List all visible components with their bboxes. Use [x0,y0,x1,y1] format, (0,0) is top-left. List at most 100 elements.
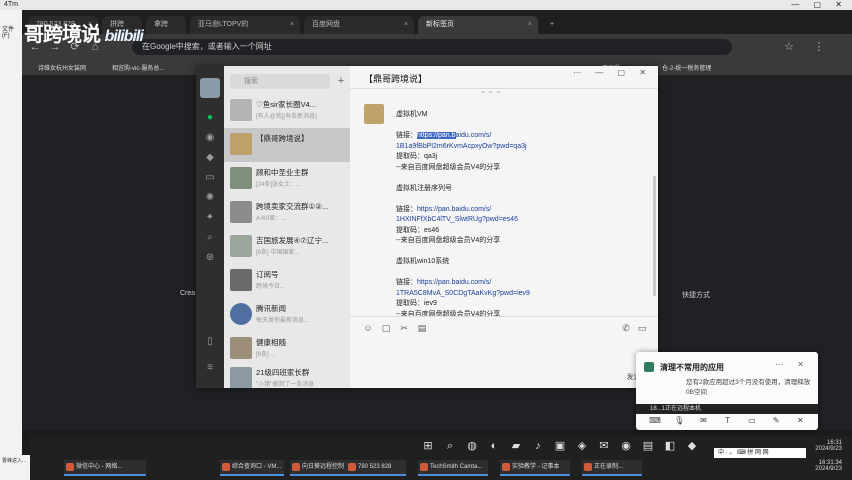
screenshot-icon[interactable]: ✂ [398,322,410,334]
phone-icon[interactable]: ✆ [620,322,632,334]
message-link-path[interactable]: 1HXINFfXbC4lTV_SlwtRUg?pwd=es46 [396,215,646,226]
ime-toolbar[interactable]: 中 · 。 ⌨ 拼 网 网 [714,448,806,458]
scrollbar[interactable] [653,176,656,296]
bookmark-4[interactable]: 仓-2-统一税务管理 [662,63,711,72]
chat-history-icon[interactable]: ▤ [416,322,428,334]
taskbar-app[interactable]: 780 523 828 [346,460,406,476]
app-icon[interactable]: ◉ [618,438,634,454]
search-input[interactable]: 搜索 [230,74,330,89]
moments-icon[interactable]: ✺ [204,192,216,204]
taskbar-app[interactable]: 实验教学 - 记事本 [500,460,570,476]
microphone-icon[interactable]: 🎙 [668,416,690,425]
list-item[interactable]: 顾和中圣业主群 [24条]张女士：... [224,162,350,196]
avatar[interactable] [200,78,220,98]
input-divider [350,316,658,317]
phone-icon[interactable]: ▯ [204,336,216,348]
store-icon[interactable]: ▣ [552,438,568,454]
edge-icon[interactable]: ◐ [486,438,502,454]
omnibox[interactable]: 在Google中搜索，或者输入一个网址 [132,39,732,55]
selected-link-text[interactable]: https://pan.b [417,132,456,139]
message-bubble[interactable]: 虚拟机VM 链接：https://pan.baidu.com/s/ 1B1a9f… [396,110,646,320]
close-icon[interactable]: × [528,16,532,34]
wechat-window-controls[interactable]: ⋯ — ▢ ✕ [573,68,652,77]
avatar [230,201,252,223]
file-icon[interactable]: ▢ [380,322,392,334]
message-footer: --来自百度网盘超级会员V4的分享 [396,163,501,171]
wechat-icon[interactable]: ✉ [596,438,612,454]
message-link-path[interactable]: 1B1a9fBbPl2m6rKvmAcpxyOw?pwd=qa3j [396,142,646,153]
cleanup-icon [644,362,654,372]
list-item[interactable]: ♡鱼sir家长圈V4... [有人@我][有条新消息] [224,94,350,128]
add-button[interactable]: + [334,74,348,89]
app-icon[interactable]: ▤ [640,438,656,454]
emoji-icon[interactable]: ☺ [362,322,374,334]
taskbar-app[interactable]: TechSmith Camta... [418,460,488,476]
folder-icon[interactable]: ▭ [741,416,763,425]
menu-icon[interactable]: ⋮ [812,40,826,54]
app-icon[interactable]: ◈ [574,438,590,454]
omnibox-placeholder: 在Google中搜索，或者输入一个网址 [142,42,272,51]
avatar [230,337,252,359]
list-item[interactable]: 【鼎哥跨境说】 [224,128,350,162]
avatar [230,269,252,291]
remote-window-controls[interactable]: — ▢ ✕ [791,0,848,10]
bookmark-2[interactable]: 相宜购-vic-服务总... [112,63,164,72]
taskbar-app[interactable]: 综合查询口 - VM... [220,460,284,476]
list-item[interactable]: 订阅号 跨境今日... [224,264,350,298]
watermark-text: 哥跨境说 [24,24,101,46]
remote-toolbar: ⌨ 🎙 ✉ T ▭ ✎ ✕ [644,416,814,425]
settings-icon[interactable]: ≡ [204,362,216,374]
close-icon[interactable]: ✕ [789,416,811,425]
remote-titlebar: 4Tm — ▢ ✕ [0,0,852,10]
app-icon[interactable]: ◆ [684,438,700,454]
tab-strip: 780 523 828 × 拼跨 拿跨 亚马逊LTOPV的 × 百度网盘 × 新标签页… [22,10,852,34]
list-item[interactable]: 21级四班家长群 "小猪"撤回了一条消息 [224,362,350,388]
text-icon[interactable]: T [717,416,739,425]
miniprogram-icon[interactable]: ⊛ [204,252,216,264]
search-icon[interactable]: ⌕ [442,438,458,454]
avatar[interactable] [364,104,384,124]
message-link-path[interactable]: 1TRA5C8MvA_S0CDgTAaKvKg?pwd=iev9 [396,289,646,300]
shortcut-label[interactable]: 快捷方式 [682,290,710,300]
browser-icon[interactable]: ◍ [464,438,480,454]
bookmark-1[interactable]: 诗维女杭州女装网 [38,63,86,72]
contacts-icon[interactable]: ◉ [204,132,216,144]
close-icon[interactable]: × [404,16,408,34]
remote-control-banner: 18...1正在远程本机 [636,404,818,414]
taskbar-app[interactable]: 正在录制... [582,460,642,476]
chat-icon[interactable]: ● [204,112,216,124]
keyboard-icon[interactable]: ⌨ [644,416,666,425]
folder-icon[interactable]: ▭ [204,172,216,184]
tray-clock[interactable]: 16:31 2024/9/23 [815,440,842,452]
cleanup-notification[interactable]: 清理不常用的应用 ⋯ ✕ 您有2款应用超过3个月没有使用，清理释放0B空间 18… [636,352,818,430]
app-icon[interactable]: ◧ [662,438,678,454]
list-item[interactable]: 吉国旅发展④⑦辽宁... [6条] 中国国家... [224,230,350,264]
list-item[interactable]: 跨境卖家交流群①②... A-K0家：... [224,196,350,230]
message-code-line: 提取码：iev9 [396,300,437,307]
tab-3[interactable]: 拿跨 [146,16,186,34]
tab-amazon[interactable]: 亚马逊LTOPV的 × [190,16,300,34]
favorites-icon[interactable]: ◆ [204,152,216,164]
secondary-clock[interactable]: 16:31:34 2024/9/23 [815,460,842,472]
channels-icon[interactable]: ✦ [204,212,216,224]
tab-baidu-pan[interactable]: 百度网盘 × [304,16,414,34]
tools-icon[interactable]: ✎ [765,416,787,425]
new-tab-button[interactable]: + [542,16,560,34]
taskbar-app[interactable]: 微信中心 - 网络... [64,460,146,476]
create-shortcut-label[interactable]: Crea [180,290,195,297]
tab-new-tab[interactable]: 新标签页 × [418,16,538,34]
file-explorer-icon[interactable]: ▰ [508,438,524,454]
start-icon[interactable]: ⊞ [420,438,436,454]
remote-menu-file[interactable]: 文件(F) [2,24,20,39]
list-item[interactable]: 健康相随 [6条] ... [224,332,350,366]
search-icon[interactable]: ⌕ [204,232,216,244]
chat-icon[interactable]: ✉ [692,416,714,425]
star-icon[interactable]: ☆ [782,40,796,54]
notification-controls[interactable]: ⋯ ✕ [775,360,810,369]
page-title: 【鼎哥跨境说】 [364,74,428,84]
close-icon[interactable]: × [290,16,294,34]
list-item[interactable]: 腾讯新闻 每天发你最新消息... [224,298,350,332]
tiktok-icon[interactable]: ♪ [530,438,546,454]
avatar [230,99,252,121]
video-icon[interactable]: ▭ [636,322,648,334]
